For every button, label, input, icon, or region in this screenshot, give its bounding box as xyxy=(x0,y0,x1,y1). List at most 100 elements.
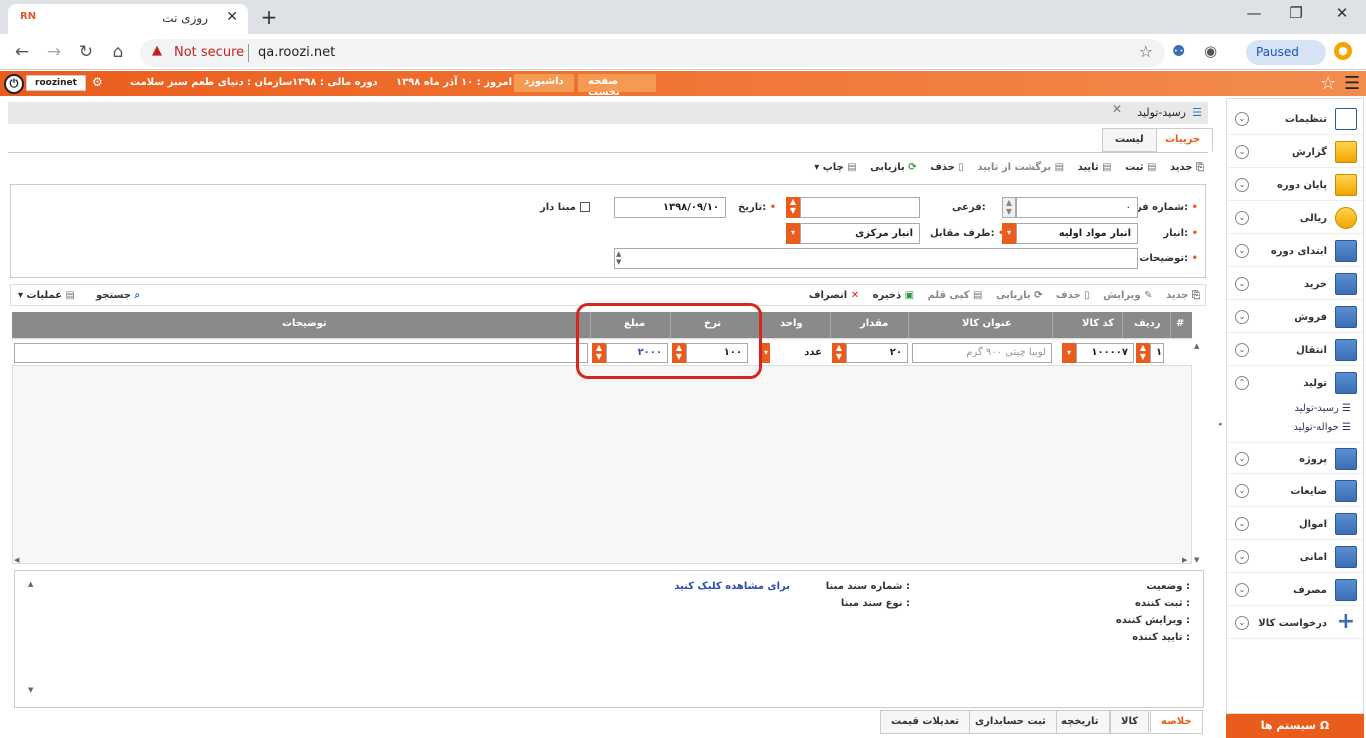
view-link[interactable]: برای مشاهده کلیک کنید xyxy=(674,581,790,592)
tab-close-icon[interactable]: ✕ xyxy=(226,9,238,25)
grid-copy-button[interactable]: ▤ کپی قلم xyxy=(928,290,983,301)
document-tab[interactable]: رسید-تولید ☰ ✕ xyxy=(8,102,1208,124)
cell-unit[interactable]: عدد xyxy=(772,343,828,363)
systems-button[interactable]: سیستم ها Ω xyxy=(1226,714,1364,738)
grid-delete-button[interactable]: ▯ حذف xyxy=(1056,290,1090,301)
refresh-button[interactable]: ⟳ بازیابی xyxy=(870,162,917,173)
minimize-icon[interactable]: — xyxy=(1234,4,1274,28)
desc-scroll-icon[interactable]: ▲ ▼ xyxy=(616,250,621,266)
home-page-button[interactable]: صفحه نخست xyxy=(578,74,656,98)
row-no-spinner[interactable]: ▲ ▼ xyxy=(1136,343,1150,363)
sidebar-item-period-end[interactable]: ⌄ پایان دوره xyxy=(1227,169,1365,201)
unit-dropdown-icon[interactable]: ▾ xyxy=(762,343,770,363)
sidebar-item-sales[interactable]: ⌄ فروش xyxy=(1227,301,1365,333)
browser-tab[interactable]: RN روزی نت ✕ xyxy=(8,4,248,34)
header-row[interactable]: ردیف xyxy=(1134,318,1161,329)
sidebar-item-production[interactable]: ⌃ تولید xyxy=(1227,367,1365,399)
omnibox[interactable]: ▲ Not secure qa.roozi.net ☆ xyxy=(140,39,1165,67)
sidebar-item-deposit[interactable]: ⌄ امانی xyxy=(1227,541,1365,573)
qty-spinner[interactable]: ▲ ▼ xyxy=(832,343,846,363)
sidebar-item-project[interactable]: ⌄ پروژه xyxy=(1227,442,1365,474)
grid-scroll-left-icon[interactable]: ◀ xyxy=(14,556,19,564)
grid-cancel-button[interactable]: ✕ انصراف xyxy=(809,290,859,301)
new-button[interactable]: ⎘ جدید xyxy=(1170,162,1204,173)
header-qty[interactable]: مقدار xyxy=(860,318,888,329)
sidebar-item-assets[interactable]: ⌄ اموال xyxy=(1227,508,1365,540)
sidebar-item-report[interactable]: ⌄ گزارش xyxy=(1227,136,1365,168)
cell-qty[interactable]: ۲۰ xyxy=(846,343,908,363)
party-select[interactable]: انبار مرکزی xyxy=(800,223,920,244)
header-desc[interactable]: توضیحات xyxy=(282,318,327,329)
profile-paused-button[interactable]: Paused xyxy=(1246,40,1326,65)
date-input[interactable]: ۱۳۹۸/۰۹/۱۰ xyxy=(614,197,726,218)
form-no-input[interactable]: ۰ xyxy=(1016,197,1138,218)
close-window-icon[interactable]: ✕ xyxy=(1322,4,1362,28)
confirm-button[interactable]: ▤ تایید xyxy=(1078,162,1112,173)
cell-desc[interactable] xyxy=(14,343,588,363)
grid-refresh-button[interactable]: ⟳ بازیابی xyxy=(996,290,1043,301)
sidebar-subitem-issue[interactable]: حواله-تولید ☰ xyxy=(1293,422,1351,433)
cell-row-no[interactable]: ۱ xyxy=(1150,343,1164,363)
sidebar-item-rial[interactable]: ⌄ ریالی xyxy=(1227,202,1365,234)
new-tab-button[interactable]: + xyxy=(256,6,282,30)
power-icon[interactable]: ⏻ xyxy=(4,74,24,94)
tab-list[interactable]: لیست xyxy=(1102,128,1157,152)
delete-button[interactable]: ▯ حذف xyxy=(930,162,964,173)
cell-name[interactable]: لوبیا چیتی ۹۰۰ گرم xyxy=(912,343,1052,363)
tab-history[interactable]: تاریخچه xyxy=(1050,710,1110,734)
cell-code[interactable]: ۱۰۰۰۰۷ xyxy=(1076,343,1134,363)
extension-icon[interactable]: ⚉ xyxy=(1172,42,1185,60)
grid-scroll-down-icon[interactable]: ▼ xyxy=(1194,556,1199,564)
header-code[interactable]: کد کالا xyxy=(1082,318,1114,329)
update-icon[interactable]: ● xyxy=(1334,42,1352,60)
tab-summary[interactable]: خلاصه xyxy=(1150,710,1203,734)
grid-ops-button[interactable]: ▾ عملیات ▤ xyxy=(18,288,75,301)
restore-icon[interactable]: ❐ xyxy=(1276,4,1316,28)
grid-scroll-right-icon[interactable]: ▶ xyxy=(1182,556,1187,564)
tab-details[interactable]: جزییات xyxy=(1152,128,1214,152)
document-close-icon[interactable]: ✕ xyxy=(1112,102,1122,116)
sidebar-item-settings[interactable]: ⌄ تنظیمات xyxy=(1227,103,1365,135)
menu-icon[interactable]: ☰ xyxy=(1344,73,1360,94)
favorites-star-icon[interactable]: ☆ xyxy=(1320,73,1336,94)
warehouse-select[interactable]: انبار مواد اولیه xyxy=(1016,223,1138,244)
party-dropdown-icon[interactable]: ▾ xyxy=(786,223,800,244)
code-dropdown-icon[interactable]: ▾ xyxy=(1062,343,1076,363)
sidebar-item-purchase[interactable]: ⌄ خرید xyxy=(1227,268,1365,300)
header-name[interactable]: عنوان کالا xyxy=(962,318,1012,329)
grid-new-button[interactable]: ⎘ جدید xyxy=(1166,290,1200,301)
sidebar-item-waste[interactable]: ⌄ ضایعات xyxy=(1227,475,1365,507)
sidebar-item-goods-request[interactable]: ⌄ درخواست کالا + xyxy=(1227,607,1365,639)
sidebar-item-consumption[interactable]: ⌄ مصرف xyxy=(1227,574,1365,606)
sidebar-item-period-start[interactable]: ⌄ ابتدای دوره xyxy=(1227,235,1365,267)
settings-small-icon[interactable]: ⚙ xyxy=(92,75,106,89)
desc-input[interactable] xyxy=(614,248,1138,269)
back-icon[interactable]: ← xyxy=(10,40,34,64)
tab-price-adjust[interactable]: تعدیلات قیمت xyxy=(880,710,970,734)
header-unit[interactable]: واحد xyxy=(780,318,803,329)
grid-save-button[interactable]: ▣ ذخیره xyxy=(873,290,914,301)
bookmark-star-icon[interactable]: ☆ xyxy=(1139,42,1153,61)
print-button[interactable]: ▤ چاپ ▾ xyxy=(814,162,856,173)
home-icon[interactable]: ⌂ xyxy=(106,40,130,64)
has-base-checkbox[interactable] xyxy=(579,202,590,212)
sub-input[interactable] xyxy=(800,197,920,218)
reload-icon[interactable]: ↻ xyxy=(74,40,98,64)
sidebar-item-transfer[interactable]: ⌄ انتقال xyxy=(1227,334,1365,366)
sidebar-subitem-receipt[interactable]: رسید-تولید ☰ xyxy=(1294,403,1351,414)
forward-icon[interactable]: → xyxy=(42,40,66,64)
save-button[interactable]: ▤ ثبت xyxy=(1125,162,1156,173)
info-scroll-up-icon[interactable]: ▲ xyxy=(28,580,33,588)
sub-spinner[interactable]: ▲ ▼ xyxy=(786,197,800,218)
info-scroll-down-icon[interactable]: ▼ xyxy=(28,686,33,694)
tab-goods[interactable]: کالا xyxy=(1110,710,1150,734)
grid-edit-button[interactable]: ✎ ویرایش xyxy=(1103,290,1152,301)
form-no-spinner[interactable]: ▲ ▼ xyxy=(1002,197,1016,218)
dashboard-button[interactable]: داشبورد xyxy=(514,74,574,92)
unconfirm-button[interactable]: ▤ برگشت از تایید xyxy=(977,162,1064,173)
grid-scroll-up-icon[interactable]: ▲ xyxy=(1194,342,1199,350)
grid-search-button[interactable]: جستجو ⌕ xyxy=(96,288,140,301)
tab-accounting[interactable]: ثبت حسابداری xyxy=(964,710,1057,734)
eye-extension-icon[interactable]: ◉ xyxy=(1204,42,1217,60)
sidebar-collapse-icon[interactable]: ◂ xyxy=(1218,420,1222,428)
